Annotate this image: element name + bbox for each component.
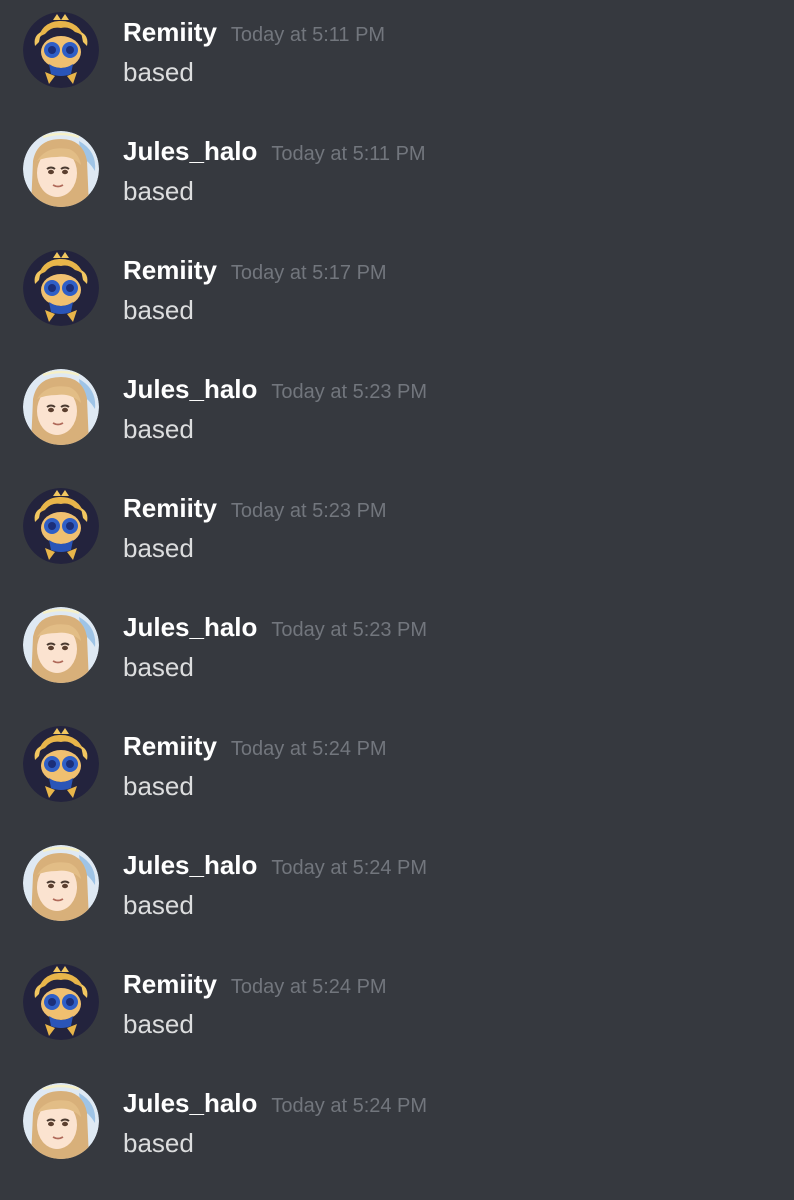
message-content: based — [123, 176, 194, 206]
chat-message: Remiity Today at 5:24 PM based — [0, 952, 794, 1052]
username[interactable]: Jules_halo — [123, 1088, 257, 1118]
timestamp: Today at 5:23 PM — [271, 619, 428, 641]
username[interactable]: Remiity — [123, 969, 217, 999]
timestamp: Today at 5:17 PM — [230, 262, 387, 284]
chat-message: Remiity Today at 5:23 PM based — [0, 476, 794, 576]
username[interactable]: Jules_halo — [123, 136, 257, 166]
message-content: based — [123, 295, 194, 325]
avatar[interactable] — [23, 131, 99, 207]
username[interactable]: Jules_halo — [123, 612, 257, 642]
message-header: Jules_halo Today at 5:23 PM — [123, 374, 427, 406]
message-header: Remiity Today at 5:24 PM — [123, 731, 387, 763]
chat-message: Jules_halo Today at 5:24 PM based — [0, 833, 794, 933]
username[interactable]: Remiity — [123, 17, 217, 47]
message-header: Remiity Today at 5:24 PM — [123, 969, 387, 1001]
message-content: based — [123, 652, 194, 682]
message-content: based — [123, 414, 194, 444]
timestamp: Today at 5:23 PM — [230, 500, 387, 522]
message-content: based — [123, 1009, 194, 1039]
timestamp: Today at 5:11 PM — [230, 24, 386, 46]
timestamp: Today at 5:11 PM — [271, 143, 426, 165]
message-content: based — [123, 890, 194, 920]
avatar[interactable] — [23, 607, 99, 683]
message-content: based — [123, 57, 194, 87]
timestamp: Today at 5:24 PM — [230, 738, 387, 760]
chat-message: Jules_halo Today at 5:23 PM based — [0, 357, 794, 457]
avatar[interactable] — [23, 1083, 99, 1159]
username[interactable]: Jules_halo — [123, 374, 257, 404]
chat-message-list: Remiity Today at 5:11 PM based Jules_halo… — [0, 0, 794, 1200]
username[interactable]: Remiity — [123, 493, 217, 523]
message-header: Jules_halo Today at 5:11 PM — [123, 136, 426, 168]
message-header: Remiity Today at 5:11 PM — [123, 17, 385, 49]
avatar[interactable] — [23, 726, 99, 802]
avatar[interactable] — [23, 964, 99, 1040]
message-content: based — [123, 533, 194, 563]
timestamp: Today at 5:24 PM — [271, 1095, 428, 1117]
username[interactable]: Remiity — [123, 731, 217, 761]
avatar[interactable] — [23, 845, 99, 921]
message-content: based — [123, 1128, 194, 1158]
timestamp: Today at 5:24 PM — [271, 857, 428, 879]
message-header: Remiity Today at 5:17 PM — [123, 255, 387, 287]
avatar[interactable] — [23, 250, 99, 326]
message-content: based — [123, 771, 194, 801]
chat-message: Remiity Today at 5:17 PM based — [0, 238, 794, 338]
username[interactable]: Remiity — [123, 255, 217, 285]
message-header: Jules_halo Today at 5:24 PM — [123, 1088, 427, 1120]
username[interactable]: Jules_halo — [123, 850, 257, 880]
message-header: Jules_halo Today at 5:24 PM — [123, 850, 427, 882]
avatar[interactable] — [23, 369, 99, 445]
chat-message: Jules_halo Today at 5:23 PM based — [0, 595, 794, 695]
chat-message: Remiity Today at 5:24 PM based — [0, 714, 794, 814]
timestamp: Today at 5:24 PM — [230, 976, 387, 998]
chat-message: Remiity Today at 5:11 PM based — [0, 0, 794, 100]
message-header: Jules_halo Today at 5:23 PM — [123, 612, 427, 644]
avatar[interactable] — [23, 12, 99, 88]
chat-message: Jules_halo Today at 5:24 PM based — [0, 1071, 794, 1171]
chat-message: Jules_halo Today at 5:11 PM based — [0, 119, 794, 219]
timestamp: Today at 5:23 PM — [271, 381, 428, 403]
message-header: Remiity Today at 5:23 PM — [123, 493, 387, 525]
avatar[interactable] — [23, 488, 99, 564]
